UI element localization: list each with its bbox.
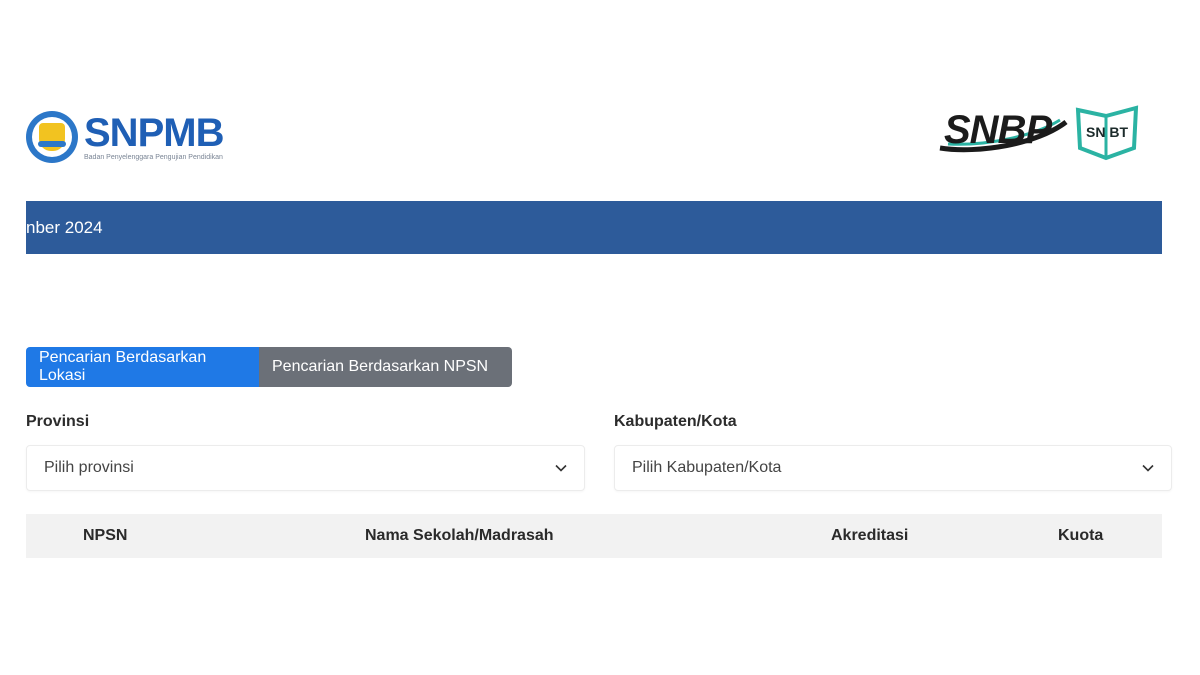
snbp-snbt-logo[interactable]: SNBP SN BT <box>938 100 1148 164</box>
tab-search-by-location[interactable]: Pencarian Berdasarkan Lokasi <box>26 347 259 387</box>
chevron-down-icon <box>1142 464 1154 472</box>
tab-search-by-npsn[interactable]: Pencarian Berdasarkan NPSN <box>259 347 512 387</box>
chevron-down-icon <box>555 464 567 472</box>
column-header-npsn[interactable]: NPSN <box>83 514 127 558</box>
provinsi-label: Provinsi <box>26 413 90 430</box>
snpmb-logo[interactable]: SNPMB Badan Penyelenggara Pengujian Pend… <box>26 106 241 168</box>
snpmb-logo-title: SNPMB <box>84 110 224 155</box>
banner-marquee-text: nber 2024 <box>26 217 103 237</box>
snpmb-logo-subtitle: Badan Penyelenggara Pengujian Pendidikan <box>84 153 223 161</box>
column-header-kuota[interactable]: Kuota <box>1058 514 1103 558</box>
kabupaten-kota-label: Kabupaten/Kota <box>614 413 737 430</box>
column-header-akreditasi[interactable]: Akreditasi <box>831 514 908 558</box>
search-tabs: Pencarian Berdasarkan Lokasi Pencarian B… <box>26 347 512 387</box>
school-table-header: NPSN Nama Sekolah/Madrasah Akreditasi Ku… <box>26 514 1162 558</box>
column-header-nama-sekolah[interactable]: Nama Sekolah/Madrasah <box>365 514 554 558</box>
tut-wuri-handayani-emblem-icon <box>26 111 78 163</box>
provinsi-select[interactable]: Pilih provinsi <box>26 445 585 491</box>
snbp-logo-text: SNBP <box>944 108 1052 152</box>
snbt-logo-text: SN BT <box>1086 124 1128 140</box>
provinsi-select-value: Pilih provinsi <box>44 459 134 476</box>
kabupaten-kota-select-value: Pilih Kabupaten/Kota <box>632 459 782 476</box>
announcement-banner: nber 2024 <box>26 201 1162 254</box>
kabupaten-kota-select[interactable]: Pilih Kabupaten/Kota <box>614 445 1172 491</box>
